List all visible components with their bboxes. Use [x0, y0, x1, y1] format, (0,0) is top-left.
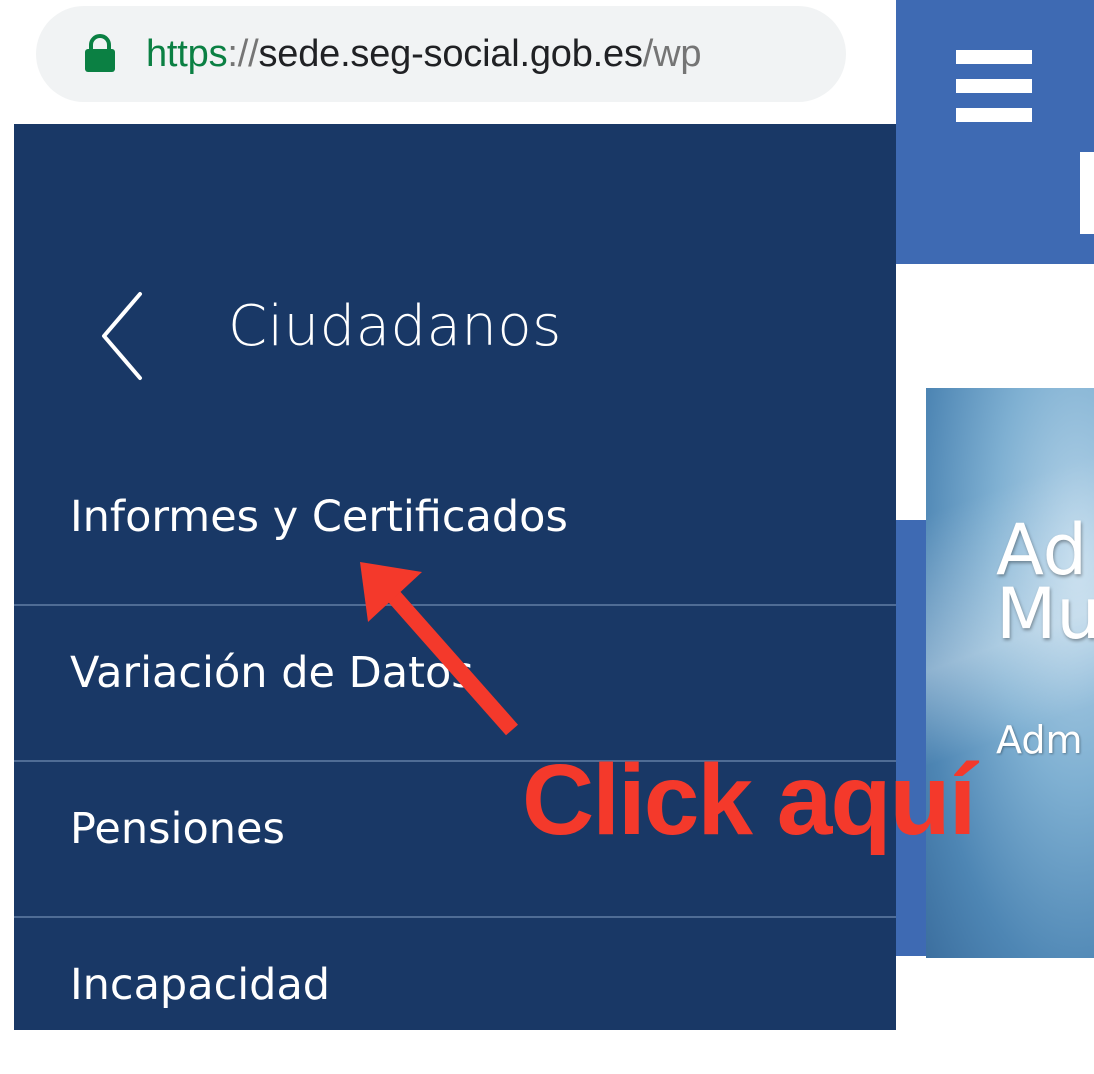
- address-bar[interactable]: https://sede.seg-social.gob.es/wp: [36, 6, 846, 102]
- url-path: /wp: [642, 32, 702, 75]
- annotation-arrow-icon: [360, 562, 518, 736]
- drawer-header[interactable]: Ciudadanos: [14, 274, 896, 394]
- url-separator: ://: [227, 32, 259, 75]
- url-text: https://sede.seg-social.gob.es/wp: [146, 32, 702, 76]
- banner-subtitle: Adm: [996, 718, 1083, 762]
- site-header: [896, 0, 1094, 264]
- drawer-title: Ciudadanos: [228, 294, 562, 359]
- chevron-left-icon[interactable]: [94, 288, 154, 384]
- lock-icon: [85, 34, 115, 72]
- menu-item-incapacidad[interactable]: Incapacidad: [14, 918, 896, 1074]
- banner-gap: [896, 388, 926, 520]
- url-host: sede.seg-social.gob.es: [258, 32, 643, 75]
- menu-item-label: Pensiones: [70, 804, 285, 854]
- menu-item-label: Incapacidad: [70, 960, 331, 1010]
- hamburger-icon[interactable]: [956, 50, 1032, 122]
- url-scheme: https: [146, 32, 228, 75]
- menu-item-label: Informes y Certificados: [70, 492, 568, 542]
- search-field[interactable]: [1080, 152, 1094, 234]
- annotation-label: Click aquí: [522, 744, 976, 856]
- hero-banner[interactable]: [926, 388, 1094, 958]
- banner-title: Ad Mu: [996, 509, 1094, 655]
